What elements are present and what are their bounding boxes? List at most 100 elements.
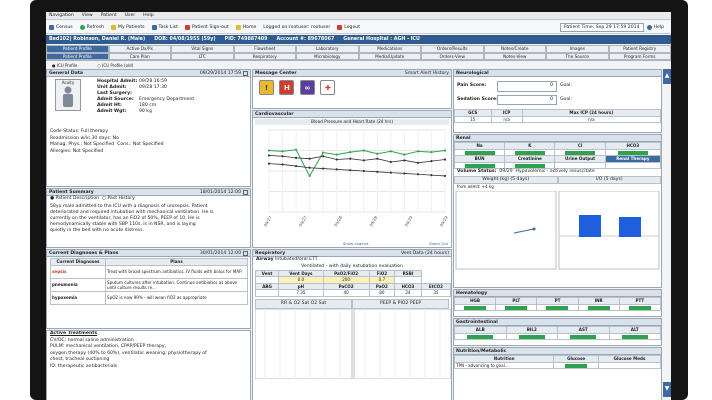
edit-icon[interactable] [243, 70, 248, 76]
vent_values-cell: 0.0 [278, 276, 324, 284]
patient-name[interactable]: Bed102) Robinson, Daniel R. (Male) [49, 37, 145, 42]
tab2-notes-view[interactable]: Notes-View [483, 53, 546, 60]
data-point [362, 169, 365, 173]
menu-help[interactable]: Help [143, 13, 153, 18]
vent_header-cell: RSBI [394, 269, 422, 278]
abg_values-cell: 24 [394, 289, 422, 297]
x-tick-label: 09/29 [439, 215, 449, 228]
smart-alert-history-link[interactable]: Smart Alert History [405, 71, 449, 76]
data-point [322, 155, 325, 158]
data-point [322, 167, 325, 170]
data-point [430, 151, 433, 154]
profile-icu[interactable]: ● ICU Profile [52, 63, 87, 68]
census-icon [49, 24, 54, 30]
vent_header-cell: Vent [254, 269, 280, 278]
neuro-table: GCS ICP Max ICP (24 hours) 15 n/a n/a [454, 109, 661, 124]
data-point [308, 174, 311, 178]
data-point [430, 174, 433, 177]
refresh-button[interactable]: Refresh [79, 24, 104, 30]
tab2-media-update[interactable]: Media/Update [358, 53, 421, 60]
scroll-down-button[interactable]: ▼ [663, 382, 671, 397]
census-button[interactable]: Census [49, 24, 73, 30]
tab2-ltc[interactable]: LTC [171, 53, 234, 60]
toolbar: Census Refresh My Patients Task List Pat… [46, 21, 671, 34]
data-point [267, 154, 271, 157]
data-point [335, 153, 338, 156]
home-button[interactable]: Home [235, 24, 256, 30]
data-point [416, 161, 420, 164]
patient-signout-button[interactable]: Patient Sign-out [184, 24, 229, 30]
diagnoses-panel: Current Diagnoses & Plans 30/01/2014 12:0… [46, 249, 251, 329]
abg_header-cell: EtCO2 [420, 282, 451, 291]
respiratory-panel: Respiratory Vent Data (24 hours) Airway I… [252, 249, 452, 400]
tab-vital-signs[interactable]: Vital Signs [171, 45, 234, 53]
tab2-program-forms[interactable]: Program Forms [608, 53, 671, 60]
vent-data-link[interactable]: Vent Data (24 hours) [401, 251, 449, 256]
tab2-orders-view[interactable]: Orders-View [421, 53, 484, 60]
tab2-patient-profile[interactable]: Patient Profile [46, 53, 109, 60]
chart-title: Blood Pressure and Heart Rate (24 hrs) [255, 119, 449, 125]
med-alert-icon[interactable]: ✚ [320, 80, 336, 95]
zoom-out-link[interactable]: Zoom Out [429, 241, 448, 246]
hospital-alert-icon[interactable]: H [279, 80, 295, 95]
help-button[interactable]: Help [646, 24, 664, 30]
data-point [281, 150, 284, 153]
data-point [362, 149, 365, 152]
profile-selector: ● ICU Profile ○ ICU Profile (old) [46, 62, 671, 68]
abg_values-cell: 40 [322, 289, 370, 297]
tab-flowsheet[interactable]: Flowsheet [233, 45, 296, 53]
tab2-microbiology[interactable]: Microbiology [296, 53, 359, 60]
tab2-respiratory[interactable]: Respiratory [233, 53, 296, 60]
warning-alert-icon[interactable]: ! [259, 80, 274, 95]
data-point [376, 157, 379, 160]
menu-patient[interactable]: Patient [101, 13, 117, 18]
data-point [335, 158, 338, 161]
tab-images[interactable]: Images [546, 45, 609, 53]
tab2-the-source[interactable]: The Source [546, 53, 609, 60]
data-point [376, 152, 379, 155]
menu-navigation[interactable]: Navigation [49, 13, 74, 18]
diagnoses-table: Current Diagnoses Plans sepsis Treat with … [50, 258, 248, 305]
acuity-gauge: Acuity [55, 79, 81, 111]
show-legend-link[interactable]: Show Legend [343, 241, 368, 246]
profile-icu-old[interactable]: ○ ICU Profile (old) [97, 63, 143, 68]
tab-patient-registry[interactable]: Patient Registry [608, 45, 671, 53]
table-row[interactable]: sepsis Treat with broad spectrum antibiot… [50, 264, 248, 279]
tab-notes-create[interactable]: Notes/Create [483, 45, 546, 53]
tab-patient-profile[interactable]: Patient Profile [46, 45, 109, 53]
tab2-care-plan[interactable]: Care Plan [108, 53, 171, 60]
tab-medications[interactable]: Medications [358, 45, 421, 53]
data-point [294, 148, 298, 151]
table-row[interactable]: hypoxemia SpO2 is now 99% - will wean fiO… [50, 290, 248, 305]
patient-location: General Hospital : AGH - ICU [343, 37, 420, 42]
help-icon [646, 24, 652, 30]
io-bar-1 [579, 214, 601, 237]
table-row[interactable]: pneumonia Sputum cultures after intubatio… [50, 277, 248, 292]
refresh-icon [79, 24, 85, 30]
task-list-button[interactable]: Task List [151, 24, 178, 30]
link-alert-icon[interactable]: ∞ [299, 80, 315, 95]
admit-weight: Admit Wgt: 90 kg [97, 109, 152, 115]
summary-text: 58yo male admitted to the ICU with a dia… [50, 203, 214, 233]
radio-past-history[interactable]: ○ Past History [102, 196, 135, 201]
tab-active-dx-px[interactable]: Active Dx/Px [108, 45, 171, 53]
rr-o2-header: RR & O2 Sat O2 Sat [255, 298, 352, 309]
scroll-up-button[interactable]: ▲ [663, 69, 671, 84]
menu-user[interactable]: User [125, 13, 135, 18]
data-point [403, 159, 406, 162]
tab-laboratory[interactable]: Laboratory [296, 45, 359, 53]
menu-view[interactable]: View [82, 13, 93, 18]
logout-button[interactable]: Logout [337, 24, 360, 30]
tab-orders-results[interactable]: Orders/Results [421, 45, 484, 53]
vent-table: Vent Vent Days PaO2/FiO2 FiO2 RSBI 0.0 200 0.7… [254, 269, 451, 297]
renal-therapy-button[interactable]: Renal Therapy [604, 155, 661, 163]
neurological-panel: Neurological Pain Score: 0 Goal: Sedation … [453, 69, 662, 133]
my-patients-button[interactable]: My Patients [111, 24, 145, 30]
data-point [294, 164, 298, 168]
data-point [349, 169, 352, 172]
edit-icon[interactable] [243, 250, 248, 256]
code-status: Code Status: Full therapy [50, 129, 109, 134]
managing-physician: Manag. Phys.: Not Specified Cons.: Not S… [50, 142, 164, 148]
radio-patient-description[interactable]: ● Patient Description [50, 196, 99, 201]
edit-icon[interactable] [243, 189, 248, 195]
